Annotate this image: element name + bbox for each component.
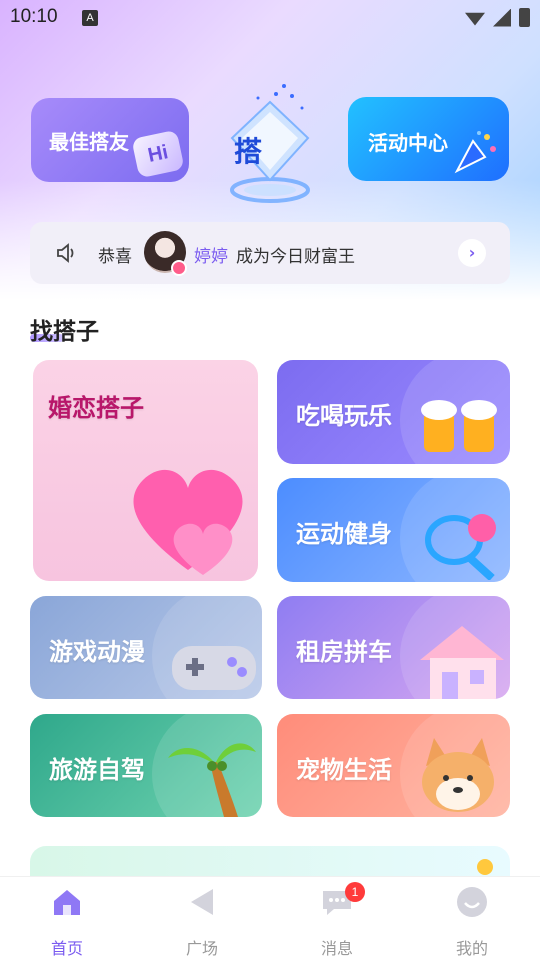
tab-home[interactable]: 首页 [27,885,107,959]
tab-profile[interactable]: 我的 [432,885,512,959]
category-card-games-anime[interactable]: 游戏动漫 [30,596,262,699]
gamepad-icon [172,646,256,690]
category-card-rent-carpool[interactable]: 租房拼车 [277,596,510,699]
da-logo-text: 搭 [234,135,263,168]
category-card-fitness[interactable]: 运动健身 [277,478,510,582]
chevron-right-icon[interactable]: › [458,239,486,267]
message-count-badge: 1 [345,882,365,902]
beer-mugs-icon [421,400,497,452]
status-time: 10:10 [10,6,58,27]
heart-icon [133,469,243,575]
category-card-pet-life[interactable]: 宠物生活 [277,714,510,817]
category-label: 游戏动漫 [49,638,145,666]
category-label: 吃喝玩乐 [296,402,392,430]
category-label: 宠物生活 [296,756,392,784]
tab-label: 首页 [50,939,83,958]
best-partner-card[interactable]: 最佳搭友 Hi [31,98,189,182]
da-logo-icon [230,84,310,203]
party-popper-icon [454,131,496,174]
category-card-dating[interactable]: 婚恋搭子 [33,360,258,581]
notice-prefix: 恭喜 [98,247,132,267]
female-badge-icon [171,260,187,276]
category-label: 婚恋搭子 [48,394,144,422]
tab-label: 我的 [455,939,488,958]
tennis-racket-icon [425,514,496,580]
category-label: 旅游自驾 [49,756,145,784]
da-logo[interactable]: 搭 [212,80,328,204]
speaker-icon [57,243,74,263]
tab-plaza[interactable]: 广场 [162,885,242,959]
signal-icon [493,8,511,27]
battery-icon [519,8,530,27]
home-icon [54,890,80,915]
section-title: 找搭子 [30,319,99,345]
category-card-road-trip[interactable]: 旅游自驾 [30,714,262,817]
notice-username: 婷婷 [194,247,228,267]
app-notification-icon: A [82,10,98,26]
category-card-food-fun[interactable]: 吃喝玩乐 [277,360,510,464]
house-icon [420,626,504,699]
best-partner-label: 最佳搭友 [49,130,129,154]
plaza-icon [191,889,213,915]
tab-label: 消息 [320,939,353,958]
activity-center-label: 活动中心 [368,131,448,155]
bottom-tab-bar: 首页 广场 消息 我的 [0,876,540,960]
corgi-icon [422,738,494,812]
tab-messages[interactable]: 消息 [297,885,377,959]
hi-chat-icon: Hi [131,129,185,179]
tab-label: 广场 [185,939,218,958]
profile-icon [457,887,487,917]
palm-tree-icon [168,743,256,817]
activity-center-card[interactable]: 活动中心 [348,97,509,181]
winner-announcement-bar[interactable]: 恭喜 婷婷 成为今日财富王 › [30,222,510,284]
wifi-icon [465,12,485,26]
category-label: 租房拼车 [296,638,392,666]
status-bar: 10:10 A [0,0,540,36]
category-label: 运动健身 [296,520,392,548]
notice-suffix: 成为今日财富王 [236,247,355,267]
